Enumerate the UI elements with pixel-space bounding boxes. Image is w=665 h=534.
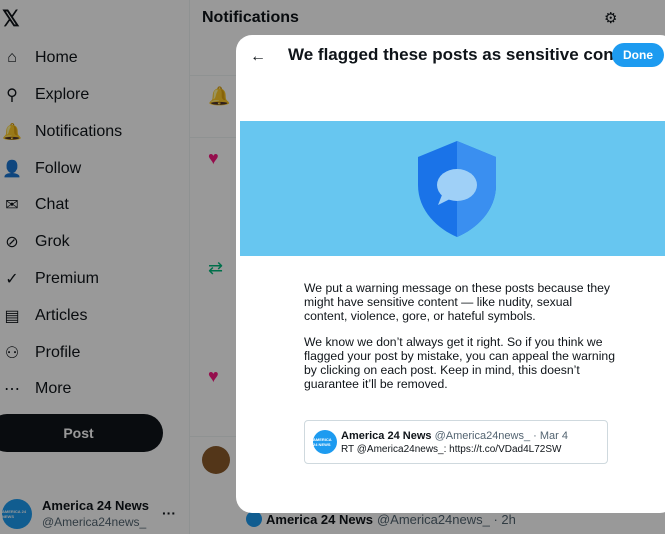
flagged-post[interactable]: AMERICA 24 NEWS America 24 News @America… [304,420,608,464]
appeal-paragraph: We know we don’t always get it right. So… [304,335,615,391]
author-meta: @America24news_ · Mar 4 [434,430,568,442]
done-button[interactable]: Done [612,43,664,67]
avatar: AMERICA 24 NEWS [313,430,337,454]
author-name: America 24 News [341,430,432,442]
illustration-banner [240,121,665,256]
post-text: RT @America24news_: https://t.co/VDad4L7… [341,444,562,455]
sensitive-content-dialog: ← We flagged these posts as sensitive co… [236,35,665,513]
back-arrow-icon[interactable]: ← [246,45,270,69]
dialog-title: We flagged these posts as sensitive cont… [288,45,645,64]
shield-icon [418,141,496,237]
explanation-paragraph: We put a warning message on these posts … [304,281,611,323]
